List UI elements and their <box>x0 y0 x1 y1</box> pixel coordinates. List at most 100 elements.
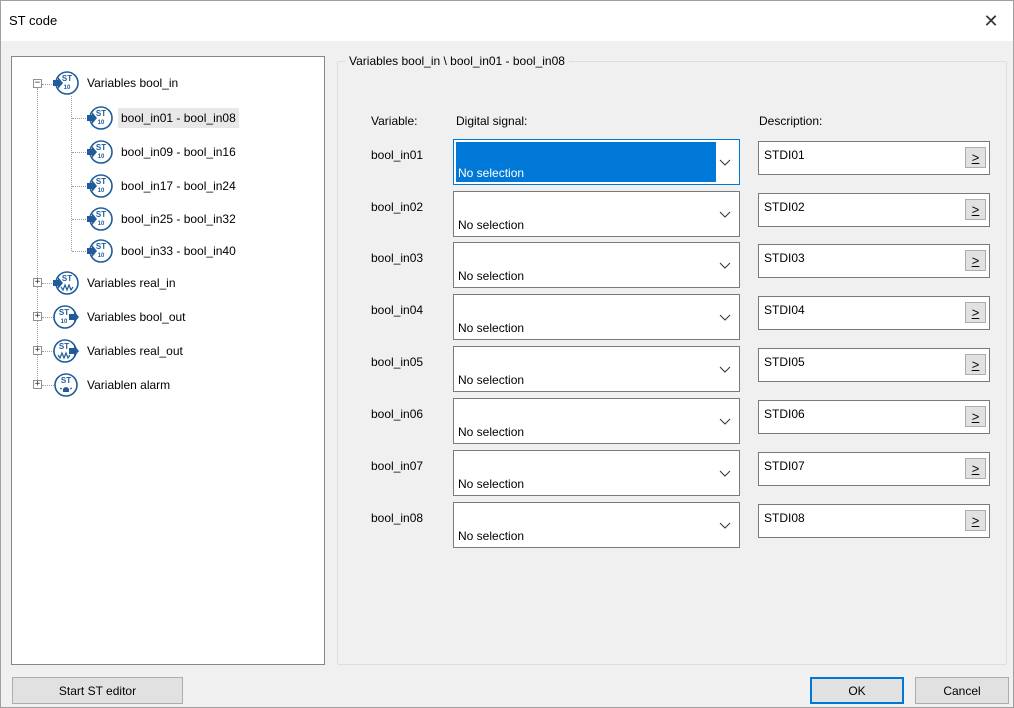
variable-label: bool_in06 <box>371 407 424 421</box>
description-value: STDI01 <box>764 148 805 162</box>
select-value: No selection <box>458 373 525 387</box>
digital-signal-select[interactable]: No selection <box>453 502 740 548</box>
expand-toggle[interactable]: + <box>33 278 42 287</box>
digital-signal-select[interactable]: No selection <box>453 242 740 288</box>
chevron-down-icon <box>719 262 731 269</box>
select-value: No selection <box>458 529 525 543</box>
tree-node-bool-in[interactable]: ST 10 Variables bool_in <box>52 70 181 96</box>
variable-header: Variable: <box>371 114 418 128</box>
svg-text:ST: ST <box>61 376 71 385</box>
tree-node-bool-in33-40[interactable]: ST 10 bool_in33 - bool_in40 <box>86 238 239 264</box>
svg-text:ST: ST <box>96 177 106 186</box>
cancel-button[interactable]: Cancel <box>915 677 1009 704</box>
browse-button[interactable]: > <box>965 147 986 168</box>
browse-button[interactable]: > <box>965 250 986 271</box>
st-real-out-icon: ST <box>53 339 79 363</box>
description-field[interactable]: STDI08 > <box>758 504 990 538</box>
tree-node-label: Variables bool_out <box>87 310 186 324</box>
select-value: No selection <box>458 269 525 283</box>
svg-text:ST: ST <box>62 74 72 83</box>
start-st-editor-button[interactable]: Start ST editor <box>12 677 183 704</box>
tree-node-bool-in25-32[interactable]: ST 10 bool_in25 - bool_in32 <box>86 206 239 232</box>
variable-label: bool_in04 <box>371 303 424 317</box>
description-header: Description: <box>759 114 823 128</box>
st-bool-out-icon: ST 10 <box>53 305 79 329</box>
svg-text:ST: ST <box>62 274 72 283</box>
variable-label: bool_in08 <box>371 511 424 525</box>
browse-button[interactable]: > <box>965 354 986 375</box>
expand-toggle[interactable]: + <box>33 380 42 389</box>
ok-button[interactable]: OK <box>810 677 904 704</box>
st-bool-in-icon: ST 10 <box>87 140 113 164</box>
chevron-down-icon <box>719 314 731 321</box>
svg-text:10: 10 <box>98 154 105 160</box>
digital-signal-select[interactable]: No selection <box>453 346 740 392</box>
chevron-down-icon <box>719 159 731 166</box>
select-value: No selection <box>458 166 525 180</box>
variable-label: bool_in07 <box>371 459 424 473</box>
close-icon[interactable]: ✕ <box>969 1 1013 41</box>
tree-node-bool-out[interactable]: ST 10 Variables bool_out <box>52 304 189 330</box>
tree-node-label: bool_in33 - bool_in40 <box>121 244 236 258</box>
browse-button[interactable]: > <box>965 406 986 427</box>
description-field[interactable]: STDI05 > <box>758 348 990 382</box>
variable-label: bool_in01 <box>371 148 424 162</box>
tree-guide-children <box>71 96 72 251</box>
description-field[interactable]: STDI01 > <box>758 141 990 175</box>
svg-text:ST: ST <box>59 342 69 351</box>
tree-node-label: Variablen alarm <box>87 378 171 392</box>
digital-signal-select[interactable]: No selection <box>453 139 740 185</box>
variables-tree[interactable]: − ST 10 Variables bool_in ST 10 bool_in01 … <box>11 56 325 665</box>
digital-signal-select[interactable]: No selection <box>453 294 740 340</box>
browse-button[interactable]: > <box>965 302 986 323</box>
description-field[interactable]: STDI06 > <box>758 400 990 434</box>
tree-node-label: Variables bool_in <box>87 76 179 90</box>
digital-signal-select[interactable]: No selection <box>453 398 740 444</box>
digital-signal-select[interactable]: No selection <box>453 450 740 496</box>
description-field[interactable]: STDI07 > <box>758 452 990 486</box>
tree-node-label: bool_in25 - bool_in32 <box>121 212 236 226</box>
browse-button[interactable]: > <box>965 458 986 479</box>
tree-node-alarm[interactable]: ST Variablen alarm <box>52 372 173 398</box>
svg-text:10: 10 <box>61 319 68 325</box>
chevron-down-icon <box>719 522 731 529</box>
tree-node-bool-in17-24[interactable]: ST 10 bool_in17 - bool_in24 <box>86 173 239 199</box>
browse-button[interactable]: > <box>965 199 986 220</box>
description-field[interactable]: STDI03 > <box>758 244 990 278</box>
description-field[interactable]: STDI02 > <box>758 193 990 227</box>
st-bool-in-icon: ST 10 <box>87 106 113 130</box>
description-field[interactable]: STDI04 > <box>758 296 990 330</box>
tree-node-real-out[interactable]: ST Variables real_out <box>52 338 186 364</box>
tree-node-label: Variables real_in <box>87 276 176 290</box>
select-value: No selection <box>458 477 525 491</box>
expand-toggle[interactable]: + <box>33 346 42 355</box>
tree-node-bool-in09-16[interactable]: ST 10 bool_in09 - bool_in16 <box>86 139 239 165</box>
variable-label: bool_in02 <box>371 200 424 214</box>
window-title: ST code <box>9 13 58 28</box>
tree-guide-root <box>37 88 38 386</box>
description-value: STDI03 <box>764 251 805 265</box>
digital-signal-select[interactable]: No selection <box>453 191 740 237</box>
chevron-down-icon <box>719 418 731 425</box>
tree-node-bool-in01-08[interactable]: ST 10 bool_in01 - bool_in08 <box>86 105 239 131</box>
chevron-down-icon <box>719 211 731 218</box>
description-value: STDI07 <box>764 459 805 473</box>
variable-label: bool_in03 <box>371 251 424 265</box>
variable-label: bool_in05 <box>371 355 424 369</box>
st-bool-in-icon: ST 10 <box>87 207 113 231</box>
browse-button[interactable]: > <box>965 510 986 531</box>
st-bool-in-icon: ST 10 <box>53 71 79 95</box>
st-bool-in-icon: ST 10 <box>87 174 113 198</box>
select-value: No selection <box>458 218 525 232</box>
svg-text:ST: ST <box>59 308 69 317</box>
svg-text:10: 10 <box>98 120 105 126</box>
svg-text:ST: ST <box>96 143 106 152</box>
expand-toggle[interactable]: + <box>33 312 42 321</box>
tree-node-real-in[interactable]: ST Variables real_in <box>52 270 179 296</box>
st-alarm-icon: ST <box>54 373 78 397</box>
chevron-down-icon <box>719 470 731 477</box>
svg-text:10: 10 <box>64 85 71 91</box>
button-label: OK <box>848 683 866 698</box>
tree-node-label: Variables real_out <box>87 344 183 358</box>
collapse-toggle[interactable]: − <box>33 79 42 88</box>
